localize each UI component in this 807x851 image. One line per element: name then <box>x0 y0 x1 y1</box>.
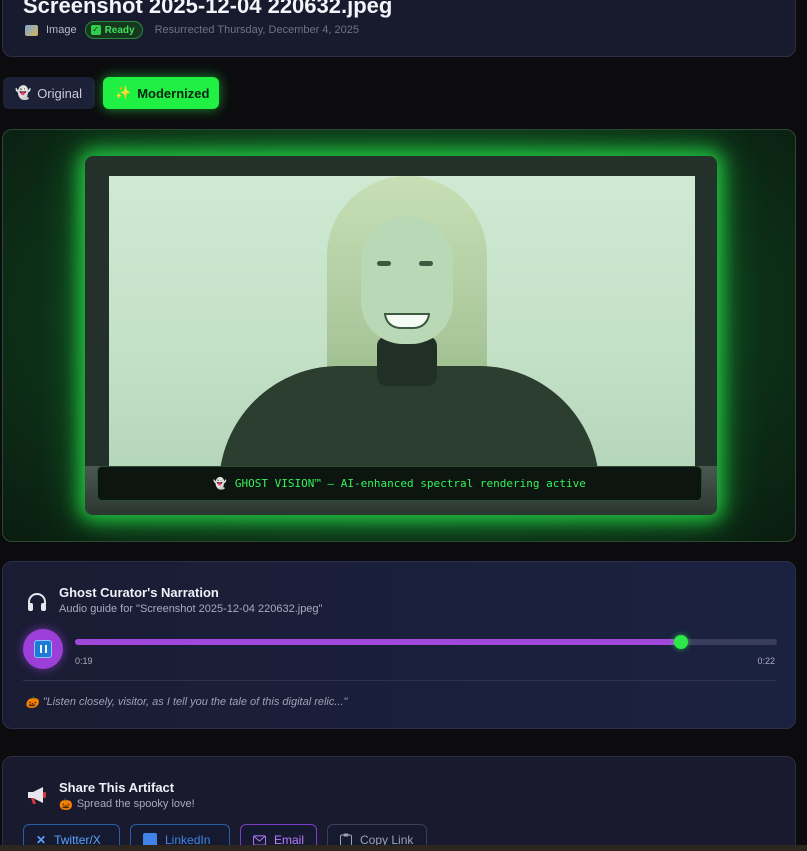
ghost-icon: 👻 <box>213 477 227 490</box>
original-button[interactable]: 👻 Original <box>3 77 95 109</box>
check-icon: ✓ <box>90 25 101 35</box>
modernized-button[interactable]: ✨ Modernized <box>103 77 219 109</box>
artifact-type: Image <box>46 24 77 36</box>
artifact-meta: Image ✓ Ready Resurrected Thursday, Dece… <box>25 21 359 39</box>
ghost-icon: 👻 <box>15 85 32 100</box>
total-time: 0:22 <box>757 656 775 666</box>
modernized-button-label: Modernized <box>137 85 210 101</box>
pause-icon <box>34 640 52 658</box>
image-icon <box>25 24 38 36</box>
bottom-edge <box>0 845 807 851</box>
mail-icon <box>253 834 266 846</box>
headphones-icon <box>28 593 46 611</box>
resurrected-date: Resurrected Thursday, December 4, 2025 <box>154 24 360 36</box>
sparkle-ghost-icon: ✨ <box>115 85 132 100</box>
pumpkin-icon: 🎃 <box>25 697 39 709</box>
ghost-vision-text: GHOST VISION™ — AI-enhanced spectral ren… <box>234 477 586 490</box>
status-badge-label: Ready <box>104 24 135 36</box>
ghost-vision-caption: 👻 GHOST VISION™ — AI-enhanced spectral r… <box>97 466 702 501</box>
share-subtitle-text: Spread the spooky love! <box>76 798 195 810</box>
megaphone-icon <box>28 787 46 804</box>
narration-subtitle: Audio guide for "Screenshot 2025-12-04 2… <box>59 603 323 615</box>
pause-button[interactable] <box>23 629 63 669</box>
narration-divider <box>23 680 777 681</box>
audio-progress-handle[interactable] <box>674 635 689 649</box>
current-time: 0:19 <box>75 656 93 666</box>
narration-quote: 🎃 "Listen closely, visitor, as I tell yo… <box>25 696 347 709</box>
artifact-image <box>109 176 695 466</box>
view-toggle: 👻 Original ✨ Modernized <box>3 77 219 109</box>
artifact-header: Screenshot 2025-12-04 220632.jpeg Image … <box>2 0 796 57</box>
page: Screenshot 2025-12-04 220632.jpeg Image … <box>0 0 807 851</box>
artifact-title: Screenshot 2025-12-04 220632.jpeg <box>23 0 393 18</box>
image-frame <box>85 156 717 515</box>
original-button-label: Original <box>37 85 82 101</box>
audio-progress-bar[interactable] <box>75 635 777 649</box>
photo-eye-right <box>419 261 433 266</box>
narration-title: Ghost Curator's Narration <box>59 585 219 600</box>
pumpkin-icon: 🎃 <box>59 799 73 811</box>
status-badge: ✓ Ready <box>84 21 143 39</box>
share-subtitle: 🎃 Spread the spooky love! <box>59 798 195 811</box>
photo-eye-left <box>377 261 391 266</box>
audio-progress-fill <box>75 639 682 645</box>
narration-card: Ghost Curator's Narration Audio guide fo… <box>2 561 796 729</box>
share-title: Share This Artifact <box>59 780 175 795</box>
share-card: Share This Artifact 🎃 Spread the spooky … <box>2 756 796 851</box>
narration-quote-text: "Listen closely, visitor, as I tell you … <box>42 696 348 708</box>
image-viewer: 👻 GHOST VISION™ — AI-enhanced spectral r… <box>2 129 796 542</box>
